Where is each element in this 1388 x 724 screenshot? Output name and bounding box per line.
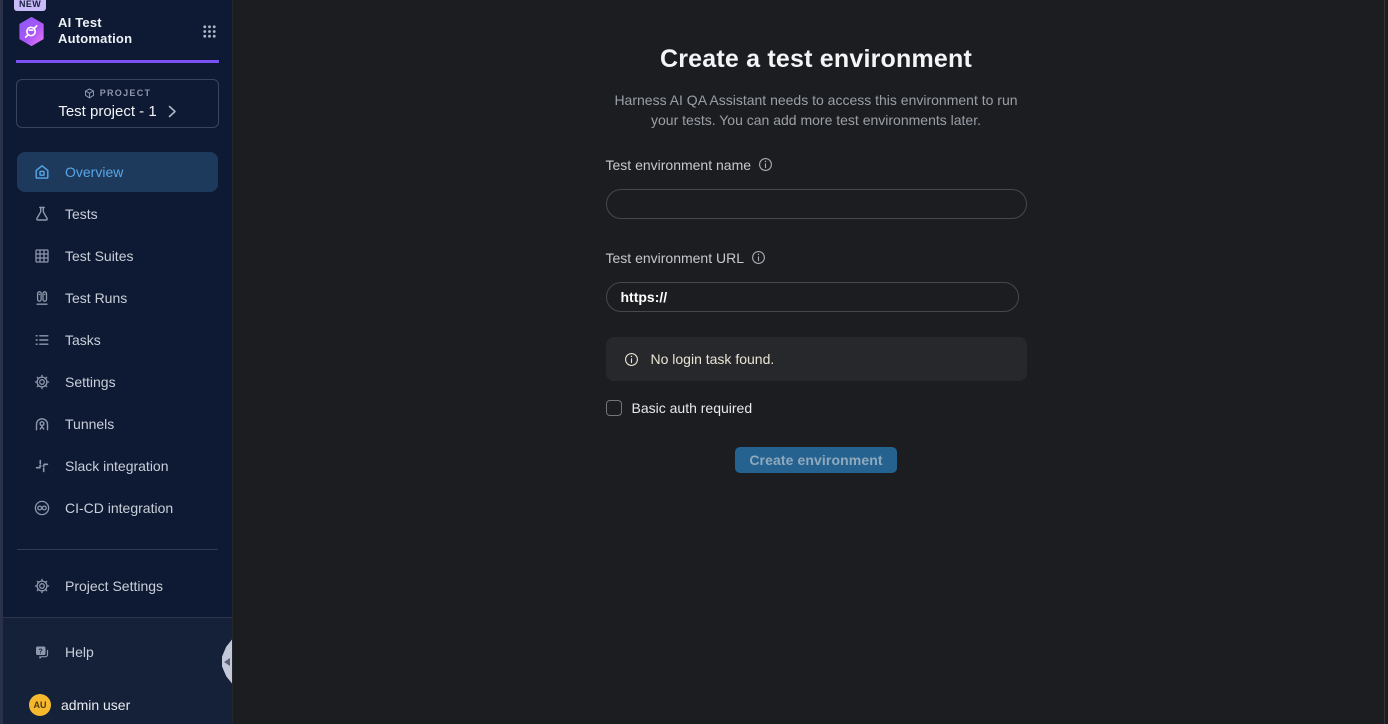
sidebar-item-tasks[interactable]: Tasks <box>17 320 218 360</box>
home-icon <box>33 163 51 181</box>
sidebar-item-label: Test Runs <box>65 290 127 306</box>
basic-auth-checkbox[interactable] <box>606 400 622 416</box>
basic-auth-row: Basic auth required <box>606 399 1027 416</box>
sidebar-item-overview[interactable]: Overview <box>17 152 218 192</box>
gear-icon <box>33 373 51 391</box>
right-edge-line <box>1384 0 1385 724</box>
accent-divider <box>16 60 219 63</box>
collapse-arrow-icon <box>224 658 230 666</box>
app-logo-icon <box>16 16 47 47</box>
tunnel-icon <box>33 415 51 433</box>
page-subtitle: Harness AI QA Assistant needs to access … <box>606 90 1027 130</box>
create-environment-button[interactable]: Create environment <box>735 447 896 473</box>
create-environment-form: Create a test environment Harness AI QA … <box>606 0 1027 473</box>
flask-icon <box>33 205 51 223</box>
main-content: Create a test environment Harness AI QA … <box>232 0 1388 724</box>
user-name: admin user <box>61 697 130 713</box>
env-url-label-row: Test environment URL <box>606 249 1027 266</box>
notice-info-icon <box>624 352 639 367</box>
project-eyebrow: PROJECT <box>84 88 152 99</box>
sidebar-item-label: Tests <box>65 206 98 222</box>
app-switcher-grid-icon[interactable] <box>201 23 218 40</box>
help-chat-icon: ? <box>33 643 52 662</box>
env-url-input[interactable] <box>606 282 1019 312</box>
env-name-label-row: Test environment name <box>606 156 1027 173</box>
sidebar-item-label: Settings <box>65 374 116 390</box>
svg-text:?: ? <box>39 648 43 655</box>
project-eyebrow-label: PROJECT <box>100 88 152 98</box>
sidebar-item-label: Overview <box>65 164 123 180</box>
grid-table-icon <box>33 247 51 265</box>
sidebar-item-settings[interactable]: Settings <box>17 362 218 402</box>
sidebar-item-label: Slack integration <box>65 458 169 474</box>
sidebar-item-label: Project Settings <box>65 578 163 594</box>
sidebar-item-label: Tasks <box>65 332 101 348</box>
slack-icon <box>33 457 51 475</box>
no-login-task-notice: No login task found. <box>606 337 1027 381</box>
sidebar-item-cicd-integration[interactable]: CI-CD integration <box>17 488 218 528</box>
project-selector[interactable]: PROJECT Test project - 1 <box>16 79 219 128</box>
sidebar-item-label: Test Suites <box>65 248 133 264</box>
sidebar-footer: ? Help AU admin user <box>3 617 232 724</box>
sidebar-item-test-suites[interactable]: Test Suites <box>17 236 218 276</box>
sidebar-item-label: Tunnels <box>65 416 114 432</box>
page-title: Create a test environment <box>606 44 1027 74</box>
info-icon[interactable] <box>758 157 773 172</box>
help-button[interactable]: ? Help <box>17 639 218 665</box>
sidebar-nav: Overview Tests Test Suites <box>3 152 232 528</box>
env-url-label: Test environment URL <box>606 250 745 266</box>
sidebar-item-label: CI-CD integration <box>65 500 173 516</box>
avatar: AU <box>29 694 51 716</box>
info-icon[interactable] <box>751 250 766 265</box>
app-title: AI Test Automation <box>58 15 146 47</box>
cube-icon <box>84 88 95 99</box>
env-name-label: Test environment name <box>606 157 752 173</box>
env-name-input[interactable] <box>606 189 1027 219</box>
test-runs-icon <box>33 289 51 307</box>
notice-text: No login task found. <box>651 351 775 367</box>
chevron-right-icon <box>168 105 177 118</box>
sidebar-item-slack-integration[interactable]: Slack integration <box>17 446 218 486</box>
sidebar: NEW AI Test Automa <box>0 0 232 724</box>
sidebar-item-tunnels[interactable]: Tunnels <box>17 404 218 444</box>
basic-auth-label: Basic auth required <box>632 400 753 416</box>
help-label: Help <box>65 644 94 660</box>
task-list-icon <box>33 331 51 349</box>
sidebar-item-tests[interactable]: Tests <box>17 194 218 234</box>
user-menu[interactable]: AU admin user <box>17 694 218 716</box>
project-name: Test project - 1 <box>58 103 156 120</box>
sidebar-item-test-runs[interactable]: Test Runs <box>17 278 218 318</box>
sidebar-item-project-settings[interactable]: Project Settings <box>17 566 218 606</box>
cicd-icon <box>33 499 51 517</box>
gear-icon <box>33 577 51 595</box>
new-badge: NEW <box>14 0 46 11</box>
